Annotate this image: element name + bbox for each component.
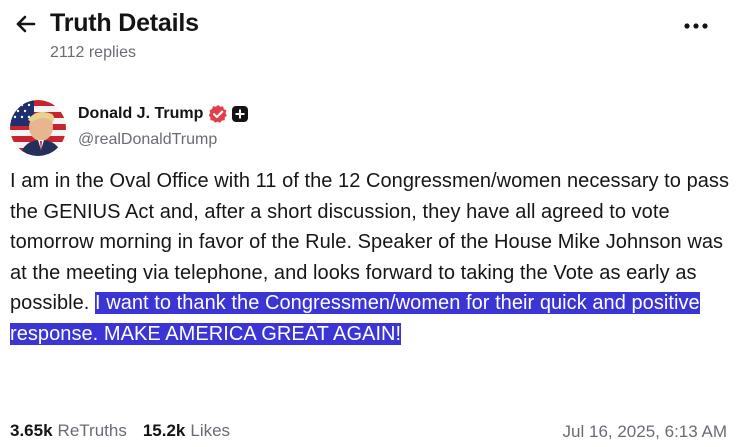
author-name-row: Donald J. Trump [78, 103, 249, 125]
post-stats: 3.65k ReTruths 15.2k Likes [10, 421, 230, 441]
author-name[interactable]: Donald J. Trump [78, 105, 203, 123]
post-text: I am in the Oval Office with 11 of the 1… [10, 166, 730, 349]
post-author: Donald J. Trump @realDonaldTrump [10, 100, 610, 156]
verified-badge-icon [208, 104, 228, 124]
avatar[interactable] [10, 100, 66, 156]
ellipsis-horizontal-icon [684, 23, 708, 29]
replies-count: 2112 replies [50, 44, 136, 61]
retruths-label[interactable]: ReTruths [58, 421, 127, 441]
likes-label[interactable]: Likes [190, 421, 230, 441]
post-text-highlighted: I want to thank the Congressmen/women fo… [10, 292, 700, 345]
likes-count[interactable]: 15.2k [143, 421, 186, 441]
page-title: Truth Details [50, 9, 199, 37]
page-header: Truth Details 2112 replies [0, 0, 737, 80]
back-button[interactable] [10, 8, 42, 40]
arrow-left-icon [16, 15, 36, 33]
post-timestamp: Jul 16, 2025, 6:13 AM [562, 422, 727, 441]
plus-badge-icon [231, 105, 249, 123]
retruths-count[interactable]: 3.65k [10, 421, 53, 441]
more-options-button[interactable] [681, 14, 711, 38]
author-handle: @realDonaldTrump [78, 131, 218, 148]
